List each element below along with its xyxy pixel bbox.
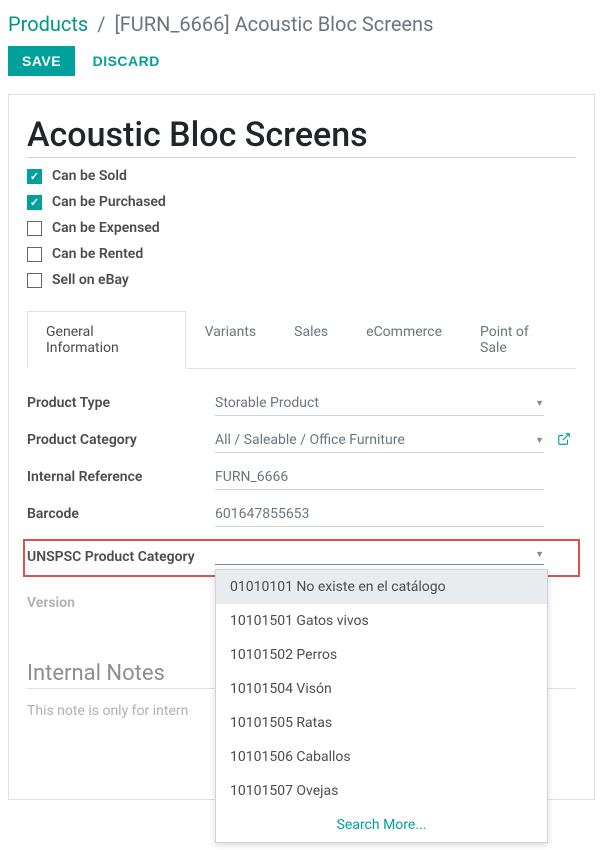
label-barcode: Barcode [27,502,207,522]
chevron-down-icon: ▼ [535,549,544,560]
tabs: General InformationVariantsSaleseCommerc… [27,310,576,369]
tab-general-information[interactable]: General Information [27,311,186,369]
breadcrumb-separator: / [97,12,105,36]
label-version: Version [27,595,207,611]
checkbox[interactable] [27,247,42,262]
option-label: Can be Rented [52,246,143,262]
dropdown-option[interactable]: 10101506 Caballos [216,740,547,774]
option-label: Can be Expensed [52,220,160,236]
breadcrumb-root-link[interactable]: Products [8,12,88,36]
field-product-category[interactable]: All / Saleable / Office Furniture ▼ [215,428,544,453]
checkbox[interactable] [27,273,42,288]
option-row: Can be Purchased [27,194,576,210]
field-product-type[interactable]: Storable Product ▼ [215,391,544,416]
field-unspsc[interactable]: ▼ [215,545,544,565]
action-buttons: SAVE DISCARD [8,46,595,76]
chevron-down-icon: ▼ [535,398,544,409]
option-row: Sell on eBay [27,272,576,288]
tab-ecommerce[interactable]: eCommerce [347,311,461,369]
checkbox[interactable] [27,169,42,184]
dropdown-option[interactable]: 01010101 No existe en el catálogo [216,570,547,604]
option-row: Can be Sold [27,168,576,184]
option-label: Can be Sold [52,168,127,184]
tab-point-of-sale[interactable]: Point of Sale [461,311,576,369]
breadcrumb: Products / [FURN_6666] Acoustic Bloc Scr… [8,12,595,36]
field-barcode[interactable]: 601647855653 [215,502,544,527]
form-grid: Product Type Storable Product ▼ Product … [27,391,576,611]
tab-sales[interactable]: Sales [275,311,347,369]
highlighted-field-row: UNSPSC Product Category ▼ 01010101 No ex… [23,539,580,577]
form-sheet: Acoustic Bloc Screens Can be Sold Can be … [8,94,595,800]
dropdown-option[interactable]: 10101507 Ovejas [216,774,547,808]
dropdown-option[interactable]: 10101505 Ratas [216,706,547,740]
checkbox[interactable] [27,221,42,236]
tab-variants[interactable]: Variants [186,311,276,369]
dropdown-search-more[interactable]: Search More... [216,808,547,842]
label-product-type: Product Type [27,391,207,411]
option-label: Sell on eBay [52,272,129,288]
option-row: Can be Expensed [27,220,576,236]
external-link-icon[interactable] [552,428,576,450]
dropdown-list: 01010101 No existe en el catálogo1010150… [215,569,548,843]
dropdown-option[interactable]: 10101504 Visón [216,672,547,706]
save-button[interactable]: SAVE [8,46,75,76]
dropdown-option[interactable]: 10101501 Gatos vivos [216,604,547,638]
checkbox[interactable] [27,195,42,210]
dropdown-option[interactable]: 10101502 Perros [216,638,547,672]
value-product-category: All / Saleable / Office Furniture [215,432,405,448]
value-product-type: Storable Product [215,395,319,411]
product-title[interactable]: Acoustic Bloc Screens [27,115,576,158]
discard-button[interactable]: DISCARD [79,46,174,76]
label-product-category: Product Category [27,428,207,448]
chevron-down-icon: ▼ [535,435,544,446]
option-label: Can be Purchased [52,194,166,210]
option-row: Can be Rented [27,246,576,262]
field-internal-reference[interactable]: FURN_6666 [215,465,544,490]
label-unspsc: UNSPSC Product Category [27,545,207,565]
label-internal-reference: Internal Reference [27,465,207,485]
breadcrumb-current: [FURN_6666] Acoustic Bloc Screens [114,12,433,36]
